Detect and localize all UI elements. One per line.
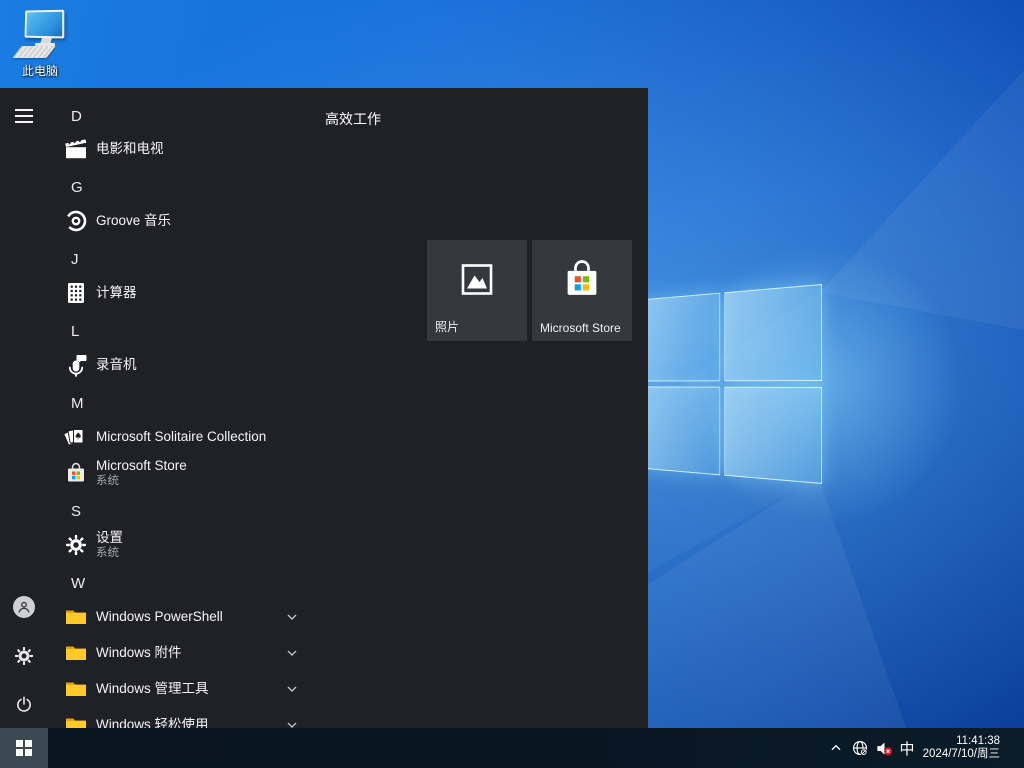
power-button[interactable] [12, 692, 36, 716]
gear-icon [14, 646, 34, 666]
folder-icon [64, 713, 88, 728]
globe-no-internet-icon [851, 739, 869, 757]
chevron-down-icon[interactable] [284, 609, 300, 625]
app-label: Groove 音乐 [96, 213, 171, 229]
app-label: 录音机 [96, 357, 137, 373]
store-icon [64, 461, 88, 485]
section-letter-M[interactable]: M [56, 385, 314, 421]
tile-label: Microsoft Store [540, 321, 621, 335]
section-letter-G[interactable]: G [56, 169, 314, 205]
app-sublabel: 系统 [96, 546, 123, 560]
wallpaper-windows-logo [638, 284, 822, 484]
letter-label: W [71, 575, 85, 592]
app-item-calculator[interactable]: 计算器 [56, 275, 314, 311]
section-letter-L[interactable]: L [56, 313, 314, 349]
chevron-down-icon[interactable] [284, 681, 300, 697]
groove-music-icon [64, 209, 88, 233]
start-menu: D 电影和电视 G Groove 音乐 J [0, 88, 648, 728]
section-letter-W[interactable]: W [56, 565, 314, 601]
app-item-settings[interactable]: 设置 系统 [56, 523, 314, 567]
app-label: 电影和电视 [96, 141, 164, 157]
solitaire-icon [64, 425, 88, 449]
tile-group-title: 高效工作 [325, 109, 381, 129]
tray-volume-button[interactable] [873, 728, 895, 768]
computer-icon [15, 8, 65, 60]
logo-pane [638, 293, 720, 382]
folder-icon [64, 677, 88, 701]
app-item-voice-recorder[interactable]: 录音机 [56, 347, 314, 383]
app-label: Windows 管理工具 [96, 681, 209, 697]
monitor-shape [25, 10, 65, 39]
folder-icon [64, 605, 88, 629]
clock-date: 2024/7/10/周三 [923, 748, 1000, 761]
app-label: Windows 附件 [96, 645, 182, 661]
tray-network-button[interactable] [849, 728, 871, 768]
calculator-icon [64, 281, 88, 305]
power-icon [14, 694, 34, 714]
app-list: D 电影和电视 G Groove 音乐 J [56, 88, 314, 728]
clock-time: 11:41:38 [956, 735, 1000, 748]
settings-gear-icon [64, 533, 88, 557]
app-label: 计算器 [96, 285, 137, 301]
app-label: 设置 [96, 530, 123, 546]
keyboard-shape [12, 46, 55, 58]
app-item-groove-music[interactable]: Groove 音乐 [56, 203, 314, 239]
app-sublabel: 系统 [96, 474, 187, 488]
windows-logo-icon [16, 740, 32, 756]
app-label: Microsoft Solitaire Collection [96, 429, 266, 445]
this-pc-desktop-icon[interactable]: 此电脑 [10, 8, 70, 79]
app-item-solitaire[interactable]: Microsoft Solitaire Collection [56, 419, 314, 455]
chevron-up-icon [828, 740, 844, 756]
taskbar: 中 11:41:38 2024/7/10/周三 [0, 728, 1024, 768]
app-label: Windows PowerShell [96, 609, 223, 625]
tile-microsoft-store[interactable]: Microsoft Store [532, 240, 632, 341]
logo-pane [724, 387, 822, 484]
start-menu-rail [0, 88, 48, 728]
voice-recorder-icon [64, 353, 88, 377]
this-pc-label: 此电脑 [22, 62, 58, 79]
tray-clock[interactable]: 11:41:38 2024/7/10/周三 [904, 728, 1000, 768]
app-item-movies-tv[interactable]: 电影和电视 [56, 131, 314, 167]
settings-button[interactable] [12, 644, 36, 668]
folder-item-windows-accessories[interactable]: Windows 附件 [56, 635, 314, 671]
chevron-down-icon[interactable] [284, 645, 300, 661]
section-letter-J[interactable]: J [56, 241, 314, 277]
letter-label: L [71, 323, 79, 340]
user-account-button[interactable] [12, 595, 36, 619]
start-button[interactable] [0, 728, 48, 768]
movies-tv-icon [64, 137, 88, 161]
tray-show-hidden-icons-button[interactable] [826, 728, 846, 768]
tile-label: 照片 [435, 318, 459, 335]
hamburger-menu-icon[interactable] [12, 104, 36, 128]
logo-pane [638, 387, 720, 476]
photos-icon [460, 263, 494, 302]
folder-item-windows-ease-of-access[interactable]: Windows 轻松使用 [56, 707, 314, 728]
tile-photos[interactable]: 照片 [427, 240, 527, 341]
user-avatar-icon [13, 596, 35, 618]
app-item-microsoft-store[interactable]: Microsoft Store 系统 [56, 451, 314, 495]
folder-item-windows-powershell[interactable]: Windows PowerShell [56, 599, 314, 635]
speaker-muted-icon [875, 739, 894, 758]
folder-item-windows-admin-tools[interactable]: Windows 管理工具 [56, 671, 314, 707]
folder-icon [64, 641, 88, 665]
store-icon [559, 257, 605, 308]
letter-label: G [71, 179, 83, 196]
letter-label: M [71, 395, 84, 412]
letter-label: J [71, 251, 79, 268]
app-label: Microsoft Store [96, 458, 187, 474]
letter-label: S [71, 503, 81, 520]
app-label: Windows 轻松使用 [96, 717, 209, 728]
section-letter-D[interactable]: D [56, 98, 314, 134]
chevron-down-icon[interactable] [284, 717, 300, 728]
letter-label: D [71, 108, 82, 125]
logo-pane [724, 284, 822, 381]
